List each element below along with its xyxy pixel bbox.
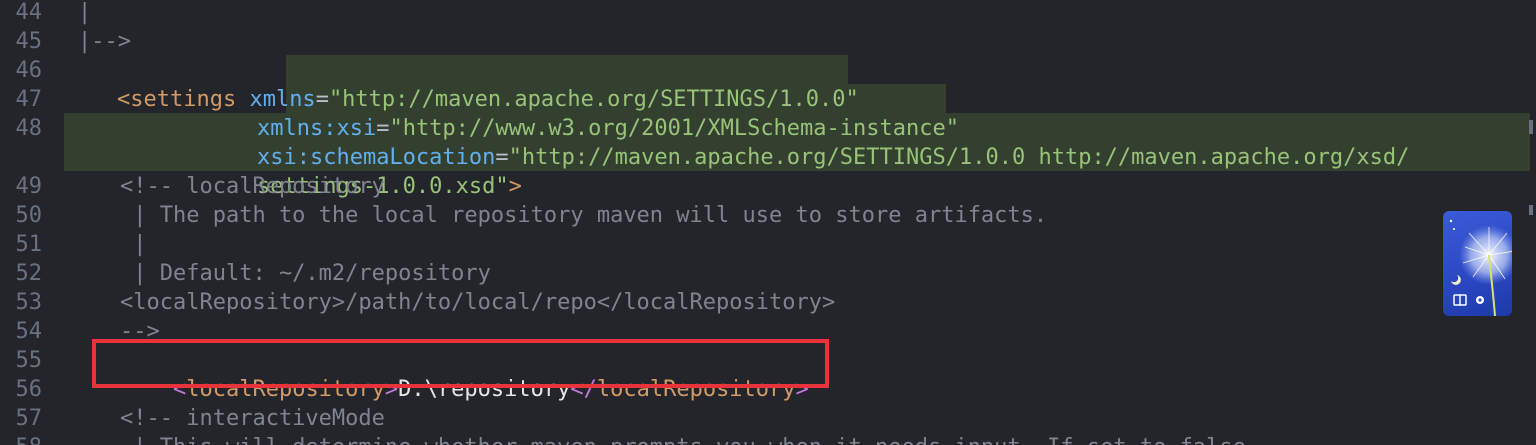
code-line-48-wrap: settings-1.0.0.xsd"> [204, 143, 522, 199]
line-number: 55 [15, 348, 43, 373]
dandelion-image [1449, 219, 1512, 316]
book-icon [1453, 294, 1467, 306]
moon-icon [1451, 275, 1461, 285]
line-number: 48 [15, 116, 43, 141]
line-number: 49 [15, 174, 43, 199]
code-line-51: | [120, 232, 147, 257]
line-number: 54 [15, 319, 43, 344]
code-line-53: <localRepository>/path/to/local/repo</lo… [120, 290, 836, 315]
floating-widget[interactable] [1443, 211, 1512, 316]
line-number-gutter: 44 45 46 47 48 49 50 51 52 53 54 55 56 5… [0, 0, 58, 445]
line-number: 45 [15, 29, 43, 54]
scrollbar-marker [1529, 205, 1533, 215]
line-number: 51 [15, 232, 43, 257]
code-line-44: | [78, 0, 92, 25]
code-line-50: | The path to the local repository maven… [120, 203, 1048, 228]
gear-icon [1476, 296, 1484, 304]
code-line-57: <!-- interactiveMode [120, 406, 385, 431]
line-number: 53 [15, 290, 43, 315]
code-line-47: xmlns:xsi="http://www.w3.org/2001/XMLSch… [204, 85, 959, 141]
xml-attribute-value: "http://maven.apache.org/SETTINGS/1.0.0 … [508, 145, 1410, 170]
code-line-58: | This will determine whether maven prom… [120, 433, 1259, 445]
code-editor[interactable]: 44 45 46 47 48 49 50 51 52 53 54 55 56 5… [0, 0, 1536, 445]
line-number: 56 [15, 377, 43, 402]
highlight-annotation-box [92, 339, 829, 388]
code-line-48: xsi:schemaLocation="http://maven.apache.… [204, 114, 1409, 170]
line-number: 47 [15, 87, 43, 112]
code-line-49: <!-- localRepository [120, 174, 385, 199]
xml-tag-close: > [508, 174, 522, 199]
line-number: 44 [15, 0, 43, 25]
line-number: 58 [0, 433, 43, 445]
code-line-52: | Default: ~/.m2/repository [120, 261, 491, 286]
line-number: 52 [15, 261, 43, 286]
code-line-45: |--> [78, 29, 131, 54]
line-number: 46 [15, 58, 43, 83]
code-line-46: <settings xmlns="http://maven.apache.org… [64, 56, 859, 112]
line-number: 57 [15, 406, 43, 431]
scrollbar-marker [1529, 120, 1533, 134]
line-number: 50 [15, 203, 43, 228]
